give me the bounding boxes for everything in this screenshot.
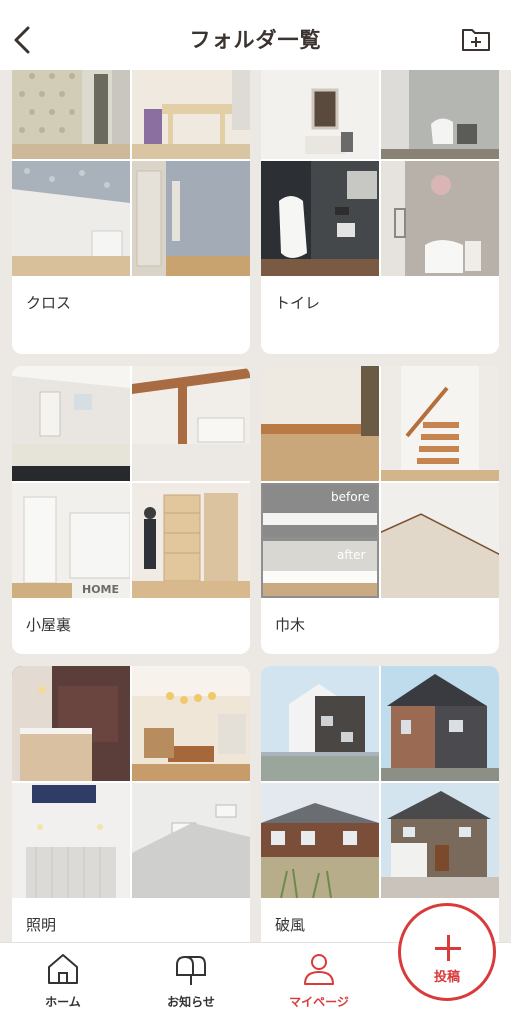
header: フォルダ一覧 bbox=[0, 0, 511, 70]
folder-thumbnail bbox=[261, 783, 379, 898]
tab-notice[interactable]: お知らせ bbox=[146, 943, 236, 1025]
folder-thumbnail bbox=[132, 70, 250, 159]
folder-thumbnail bbox=[12, 366, 130, 481]
folder-card-lighting[interactable]: 照明 bbox=[12, 666, 250, 942]
folder-add-icon[interactable] bbox=[461, 26, 491, 52]
folder-card-baseboard[interactable]: before after 巾木 bbox=[261, 366, 499, 654]
tab-notice-label: お知らせ bbox=[167, 995, 215, 1009]
folder-card-toilet[interactable]: トイレ bbox=[261, 70, 499, 354]
folder-name: クロス bbox=[26, 294, 72, 312]
tab-mypage[interactable]: マイページ bbox=[274, 943, 364, 1025]
post-button[interactable]: 投稿 bbox=[398, 903, 496, 1001]
page-title: フォルダ一覧 bbox=[189, 28, 322, 52]
folder-thumbnail bbox=[381, 483, 499, 598]
folder-thumbnail bbox=[12, 783, 130, 898]
folder-thumbnail bbox=[132, 783, 250, 898]
folder-thumbnail bbox=[381, 161, 499, 276]
tab-mypage-label: マイページ bbox=[289, 995, 349, 1009]
folder-name: 小屋裏 bbox=[26, 616, 72, 634]
folder-thumbnail bbox=[261, 666, 379, 781]
folder-thumbnail: before after bbox=[261, 483, 379, 598]
folder-thumbnail bbox=[381, 366, 499, 481]
folder-thumbnail bbox=[261, 161, 379, 276]
folder-name: トイレ bbox=[275, 294, 321, 312]
folder-thumbnail bbox=[12, 666, 130, 781]
folder-card-gable[interactable]: 破風 bbox=[261, 666, 499, 942]
tab-home-label: ホーム bbox=[45, 995, 81, 1009]
folder-card-cross[interactable]: クロス bbox=[12, 70, 250, 354]
folder-thumbnail bbox=[381, 666, 499, 781]
folder-list: クロス トイレ HOME 小屋裏 before after 巾木 照明 破風 bbox=[0, 70, 511, 942]
before-label: before bbox=[331, 490, 370, 504]
folder-thumbnail bbox=[132, 366, 250, 481]
tab-home[interactable]: ホーム bbox=[18, 943, 108, 1025]
svg-text:HOME: HOME bbox=[82, 583, 119, 596]
folder-thumbnail bbox=[132, 161, 250, 276]
folder-thumbnail bbox=[132, 483, 250, 598]
post-button-label: 投稿 bbox=[433, 970, 460, 985]
folder-name: 巾木 bbox=[275, 616, 306, 634]
folder-name: 照明 bbox=[26, 916, 57, 934]
folder-name: 破風 bbox=[275, 916, 306, 934]
folder-thumbnail bbox=[381, 70, 499, 159]
folder-thumbnail bbox=[12, 161, 130, 276]
home-icon bbox=[48, 954, 78, 984]
mailbox-icon bbox=[176, 956, 206, 985]
folder-card-attic[interactable]: HOME 小屋裏 bbox=[12, 366, 250, 654]
after-label: after bbox=[337, 548, 365, 562]
folder-thumbnail bbox=[12, 70, 130, 159]
folder-thumbnail bbox=[132, 666, 250, 781]
folder-thumbnail bbox=[261, 366, 379, 481]
folder-thumbnail bbox=[381, 783, 499, 898]
folder-thumbnail bbox=[261, 70, 379, 159]
person-icon bbox=[304, 954, 334, 985]
folder-thumbnail: HOME bbox=[12, 483, 130, 598]
